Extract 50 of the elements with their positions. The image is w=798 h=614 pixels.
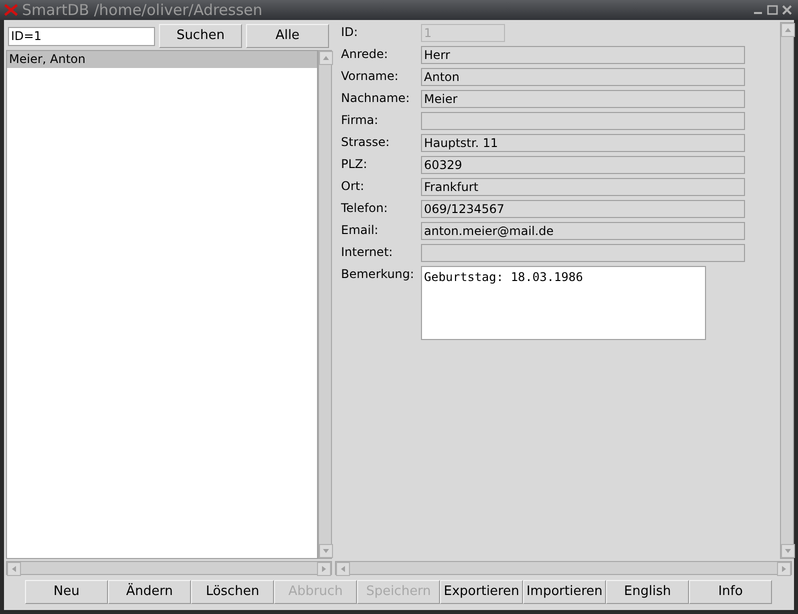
field-label: Strasse: <box>341 134 391 151</box>
field-label: Email: <box>341 222 380 239</box>
field-label: Internet: <box>341 244 394 261</box>
app-x-icon <box>4 4 18 16</box>
field-label: Telefon: <box>341 200 389 217</box>
search-field[interactable]: ID=1 <box>8 26 155 46</box>
action-button[interactable]: Neu <box>25 580 108 604</box>
action-button[interactable]: Importieren <box>523 580 606 604</box>
vertical-scrollbar[interactable] <box>780 22 794 559</box>
action-button[interactable]: Löschen <box>191 580 274 604</box>
window-title: SmartDB /home/oliver/Adressen <box>22 2 262 18</box>
field-label: Firma: <box>341 112 380 129</box>
text-field[interactable]: 60329 <box>421 156 745 174</box>
scroll-right-icon[interactable] <box>780 565 788 573</box>
text-field[interactable]: Meier <box>421 90 745 108</box>
list-item[interactable]: Meier, Anton <box>7 51 317 68</box>
action-button[interactable]: Ändern <box>108 580 191 604</box>
text-field[interactable]: Hauptstr. 11 <box>421 134 745 152</box>
search-button[interactable]: Alle <box>246 24 329 48</box>
scroll-up-icon[interactable] <box>784 26 792 34</box>
action-button[interactable]: Info <box>689 580 772 604</box>
field-label: Ort: <box>341 178 366 195</box>
text-field[interactable]: Herr <box>421 46 745 64</box>
horizontal-scrollbar[interactable] <box>6 561 332 575</box>
notes-field[interactable]: Geburtstag: 18.03.1986 <box>421 266 706 340</box>
horizontal-scrollbar[interactable] <box>335 561 792 575</box>
field-label: Vorname: <box>341 68 400 85</box>
maximize-icon[interactable] <box>767 5 778 15</box>
field-label: Anrede: <box>341 46 389 63</box>
field-label: Nachname: <box>341 90 411 107</box>
text-field[interactable]: Frankfurt <box>421 178 745 196</box>
text-field[interactable] <box>421 112 745 130</box>
text-field[interactable]: anton.meier@mail.de <box>421 222 745 240</box>
text-field[interactable]: 069/1234567 <box>421 200 745 218</box>
scroll-left-icon[interactable] <box>10 565 18 573</box>
vertical-scrollbar[interactable] <box>318 50 332 559</box>
action-button[interactable]: Exportieren <box>440 580 523 604</box>
text-field[interactable] <box>421 244 745 262</box>
field-label: Bemerkung: <box>341 266 416 283</box>
field-label: ID: <box>341 24 359 41</box>
scroll-right-icon[interactable] <box>320 565 328 573</box>
field-label: PLZ: <box>341 156 368 173</box>
scroll-up-icon[interactable] <box>322 54 330 62</box>
close-icon[interactable] <box>782 5 792 15</box>
search-button[interactable]: Suchen <box>159 24 242 48</box>
text-field[interactable]: Anton <box>421 68 745 86</box>
scroll-down-icon[interactable] <box>322 547 330 555</box>
scroll-down-icon[interactable] <box>784 547 792 555</box>
scroll-left-icon[interactable] <box>339 565 347 573</box>
action-button[interactable]: English <box>606 580 689 604</box>
